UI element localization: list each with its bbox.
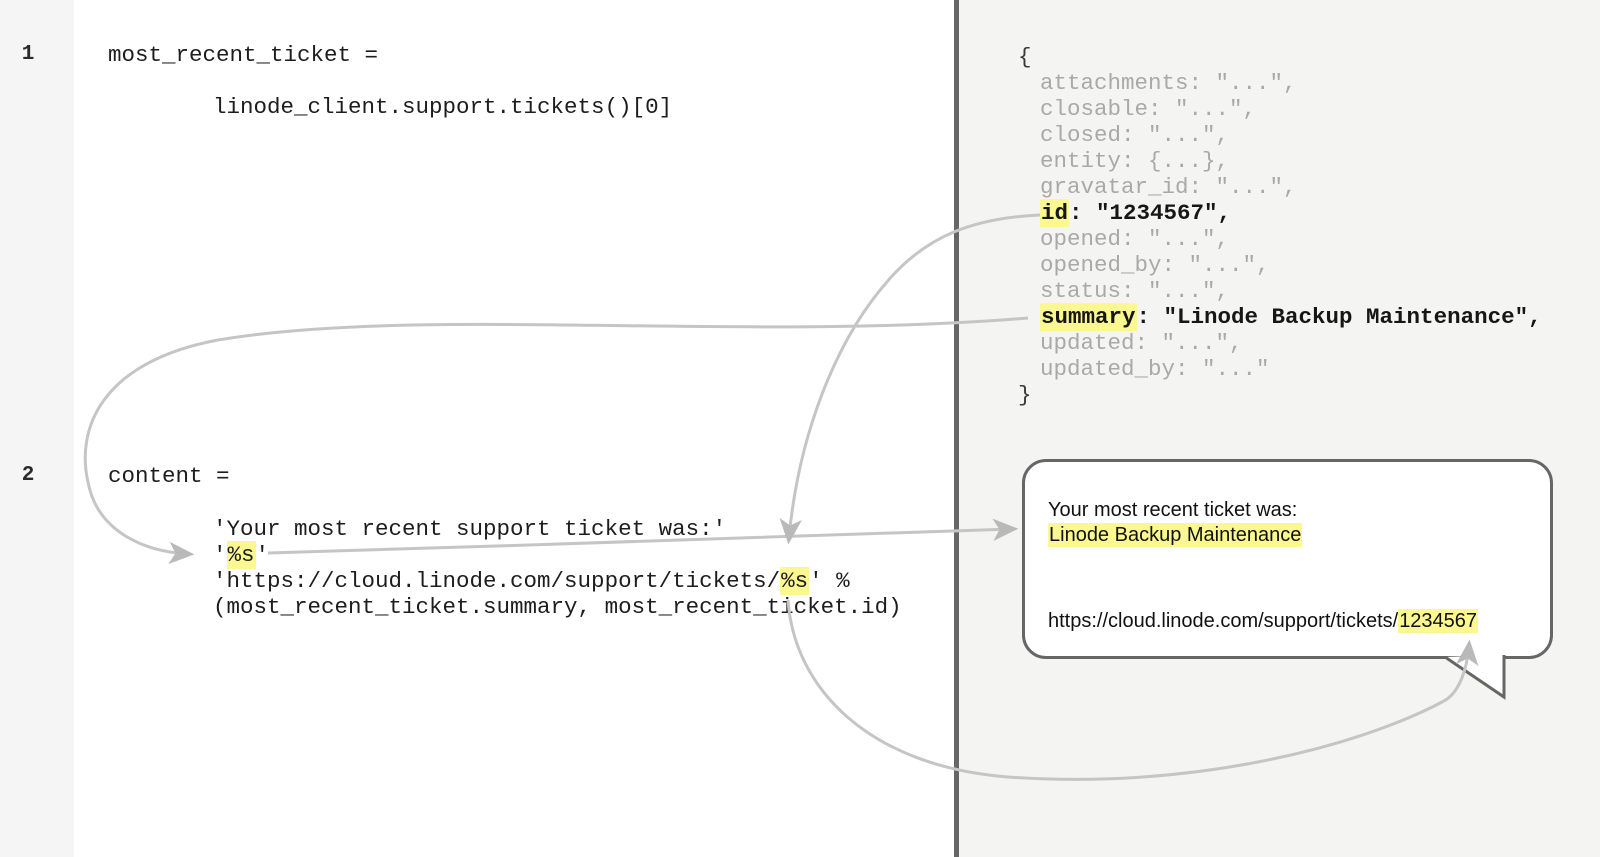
code-line-tickets-call: linode_client.support.tickets()[0] xyxy=(213,94,672,120)
text-segment: content = xyxy=(108,463,230,489)
json-line: id: "1234567", xyxy=(1040,200,1542,226)
text-segment: closed: "...", xyxy=(1040,122,1229,148)
text-segment: most_recent_ticket = xyxy=(108,42,378,68)
json-line: updated: "...", xyxy=(1040,330,1542,356)
code-line-content: content = xyxy=(108,463,230,489)
code-line-string-1: 'Your most recent support ticket was:' xyxy=(213,516,726,542)
json-line: updated_by: "..." xyxy=(1040,356,1542,382)
text-segment: } xyxy=(1018,382,1032,408)
line-number-gutter xyxy=(0,0,74,857)
json-line: opened: "...", xyxy=(1040,226,1542,252)
highlighted-text: id xyxy=(1040,199,1069,227)
text-segment: entity: {...}, xyxy=(1040,148,1229,174)
highlighted-text: 1234567 xyxy=(1398,609,1478,633)
text-segment: gravatar_id: "...", xyxy=(1040,174,1297,200)
text-segment: https://cloud.linode.com/support/tickets… xyxy=(1048,610,1398,632)
json-line: summary: "Linode Backup Maintenance", xyxy=(1040,304,1542,330)
json-line: closed: "...", xyxy=(1040,122,1542,148)
line-number-1: 1 xyxy=(0,42,56,68)
output-speech-bubble: Your most recent ticket was: Linode Back… xyxy=(1022,459,1553,659)
json-line: opened_by: "...", xyxy=(1040,252,1542,278)
text-segment: updated: "...", xyxy=(1040,330,1243,356)
code-line-string-2: '%s' xyxy=(213,542,269,568)
highlighted-text: Linode Backup Maintenance xyxy=(1048,523,1302,547)
text-segment: ' % xyxy=(809,568,850,594)
text-segment: status: "...", xyxy=(1040,278,1229,304)
text-segment: ' xyxy=(256,542,270,568)
bubble-summary-text: Linode Backup Maintenance xyxy=(1048,523,1302,547)
json-lines: attachments: "...",closable: "...",close… xyxy=(1040,70,1542,382)
text-segment: : "Linode Backup Maintenance", xyxy=(1137,304,1542,330)
diagram-stage: 1 2 most_recent_ticket = linode_client.s… xyxy=(0,0,1600,857)
bubble-intro-text: Your most recent ticket was: xyxy=(1048,498,1297,522)
code-line-assignment: most_recent_ticket = xyxy=(108,42,378,68)
text-segment: attachments: "...", xyxy=(1040,70,1297,96)
text-segment: ' xyxy=(213,542,227,568)
code-line-string-3: 'https://cloud.linode.com/support/ticket… xyxy=(213,568,850,594)
json-close-brace: } xyxy=(1018,382,1032,408)
text-segment: Your most recent ticket was: xyxy=(1048,499,1297,521)
json-line: closable: "...", xyxy=(1040,96,1542,122)
highlighted-text: summary xyxy=(1040,303,1137,331)
json-line: entity: {...}, xyxy=(1040,148,1542,174)
text-segment: opened: "...", xyxy=(1040,226,1229,252)
text-segment: closable: "...", xyxy=(1040,96,1256,122)
highlighted-text: %s xyxy=(780,567,809,595)
text-segment: opened_by: "...", xyxy=(1040,252,1270,278)
json-open-brace: { xyxy=(1018,44,1032,70)
line-number-2: 2 xyxy=(0,463,56,489)
text-segment: (most_recent_ticket.summary, most_recent… xyxy=(213,594,902,620)
text-segment: linode_client.support.tickets()[0] xyxy=(213,94,672,120)
text-segment: { xyxy=(1018,44,1032,70)
json-line: attachments: "...", xyxy=(1040,70,1542,96)
code-line-format-args: (most_recent_ticket.summary, most_recent… xyxy=(213,594,902,620)
text-segment: updated_by: "..." xyxy=(1040,356,1270,382)
highlighted-text: %s xyxy=(227,541,256,569)
json-line: gravatar_id: "...", xyxy=(1040,174,1542,200)
text-segment: 'https://cloud.linode.com/support/ticket… xyxy=(213,568,780,594)
json-line: status: "...", xyxy=(1040,278,1542,304)
text-segment: 'Your most recent support ticket was:' xyxy=(213,516,726,542)
bubble-ticket-url: https://cloud.linode.com/support/tickets… xyxy=(1048,609,1478,633)
vertical-divider xyxy=(954,0,959,857)
text-segment: : "1234567", xyxy=(1069,200,1231,226)
